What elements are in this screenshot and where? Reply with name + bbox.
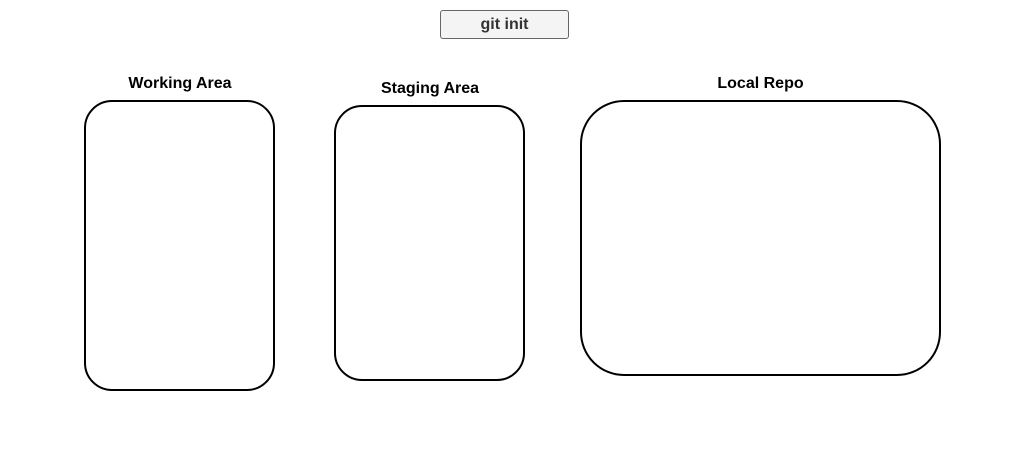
staging-area-box	[334, 105, 525, 381]
git-init-button[interactable]: git init	[440, 10, 569, 39]
working-area-title: Working Area	[128, 75, 232, 92]
local-repo-title: Local Repo	[717, 75, 804, 92]
local-repo-box	[580, 100, 941, 376]
staging-area-title: Staging Area	[380, 80, 480, 97]
working-area-box	[84, 100, 275, 391]
